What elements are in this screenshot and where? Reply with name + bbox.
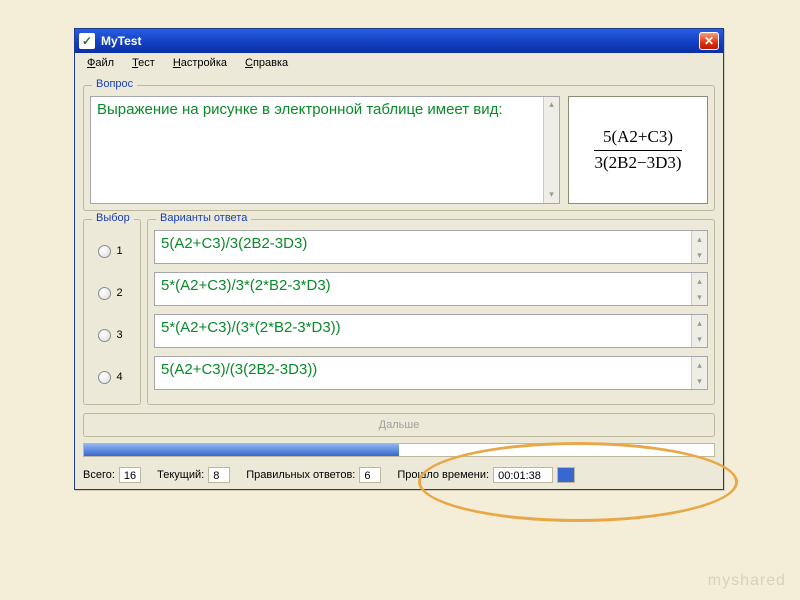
- answer-2-scrollbar[interactable]: ▴ ▾: [691, 273, 707, 305]
- menu-test[interactable]: Тест: [124, 55, 163, 71]
- question-group: Вопрос Выражение на рисунке в электронно…: [83, 85, 715, 211]
- menubar: Файл Тест Настройка Справка: [75, 53, 723, 73]
- question-group-label: Вопрос: [92, 78, 137, 90]
- answer-3-text: 5*(A2+C3)/(3*(2*B2-3*D3)): [161, 319, 341, 336]
- scroll-down-icon[interactable]: ▾: [692, 373, 707, 389]
- scroll-up-icon[interactable]: ▴: [692, 357, 707, 373]
- next-button-label: Дальше: [379, 419, 420, 431]
- app-icon: ✓: [79, 33, 95, 49]
- choice-label-4: 4: [117, 371, 127, 383]
- radio-1[interactable]: [98, 245, 111, 258]
- status-current-value: 8: [208, 467, 230, 483]
- answer-4[interactable]: 5(A2+C3)/(3(2B2-3D3)) ▴ ▾: [154, 356, 708, 390]
- choice-label-1: 1: [117, 245, 127, 257]
- scroll-up-icon[interactable]: ▴: [692, 315, 707, 331]
- answer-3-scrollbar[interactable]: ▴ ▾: [691, 315, 707, 347]
- answer-2[interactable]: 5*(A2+C3)/3*(2*B2-3*D3) ▴ ▾: [154, 272, 708, 306]
- question-content: Выражение на рисунке в электронной табли…: [97, 101, 503, 118]
- scroll-up-icon[interactable]: ▴: [544, 97, 559, 113]
- scroll-down-icon[interactable]: ▾: [692, 247, 707, 263]
- status-correct-value: 6: [359, 467, 381, 483]
- watermark: myshared: [708, 572, 786, 590]
- choice-label-3: 3: [117, 329, 127, 341]
- close-button[interactable]: ✕: [699, 32, 719, 50]
- answer-3[interactable]: 5*(A2+C3)/(3*(2*B2-3*D3)) ▴ ▾: [154, 314, 708, 348]
- answer-1-scrollbar[interactable]: ▴ ▾: [691, 231, 707, 263]
- status-total-label: Всего:: [83, 469, 115, 481]
- formula-image: 5(A2+C3) 3(2B2−3D3): [568, 96, 708, 204]
- scroll-up-icon[interactable]: ▴: [692, 231, 707, 247]
- status-total-value: 16: [119, 467, 141, 483]
- answer-2-text: 5*(A2+C3)/3*(2*B2-3*D3): [161, 277, 331, 294]
- formula-numerator: 5(A2+C3): [594, 127, 681, 150]
- menu-file[interactable]: Файл: [79, 55, 122, 71]
- status-elapsed-label: Прошло времени:: [397, 469, 489, 481]
- status-correct-label: Правильных ответов:: [246, 469, 355, 481]
- progress-fill: [84, 444, 399, 456]
- answers-group: Варианты ответа 5(A2+C3)/3(2B2-3D3) ▴ ▾ …: [147, 219, 715, 405]
- close-icon: ✕: [704, 35, 714, 47]
- answer-4-text: 5(A2+C3)/(3(2B2-3D3)): [161, 361, 317, 378]
- answer-4-scrollbar[interactable]: ▴ ▾: [691, 357, 707, 389]
- question-textarea[interactable]: Выражение на рисунке в электронной табли…: [90, 96, 560, 204]
- choice-group: Выбор 1 2 3 4: [83, 219, 141, 405]
- app-window: ✓ MyTest ✕ Файл Тест Настройка Справка В…: [74, 28, 724, 490]
- formula-denominator: 3(2B2−3D3): [594, 151, 681, 173]
- radio-3[interactable]: [98, 329, 111, 342]
- scroll-up-icon[interactable]: ▴: [692, 273, 707, 289]
- next-button[interactable]: Дальше: [83, 413, 715, 437]
- answer-1[interactable]: 5(A2+C3)/3(2B2-3D3) ▴ ▾: [154, 230, 708, 264]
- scroll-down-icon[interactable]: ▾: [544, 187, 559, 203]
- answer-1-text: 5(A2+C3)/3(2B2-3D3): [161, 235, 307, 252]
- statusbar: Всего: 16 Текущий: 8 Правильных ответов:…: [75, 463, 723, 489]
- radio-4[interactable]: [98, 371, 111, 384]
- answers-group-label: Варианты ответа: [156, 212, 251, 224]
- status-indicator-icon: [557, 467, 575, 483]
- choice-group-label: Выбор: [92, 212, 134, 224]
- menu-settings[interactable]: Настройка: [165, 55, 235, 71]
- menu-help[interactable]: Справка: [237, 55, 296, 71]
- choice-label-2: 2: [117, 287, 127, 299]
- scroll-down-icon[interactable]: ▾: [692, 289, 707, 305]
- progress-bar: [83, 443, 715, 457]
- titlebar[interactable]: ✓ MyTest ✕: [75, 29, 723, 53]
- window-title: MyTest: [101, 34, 141, 48]
- status-current-label: Текущий:: [157, 469, 204, 481]
- status-elapsed-value: 00:01:38: [493, 467, 553, 483]
- question-scrollbar[interactable]: ▴ ▾: [543, 97, 559, 203]
- radio-2[interactable]: [98, 287, 111, 300]
- scroll-down-icon[interactable]: ▾: [692, 331, 707, 347]
